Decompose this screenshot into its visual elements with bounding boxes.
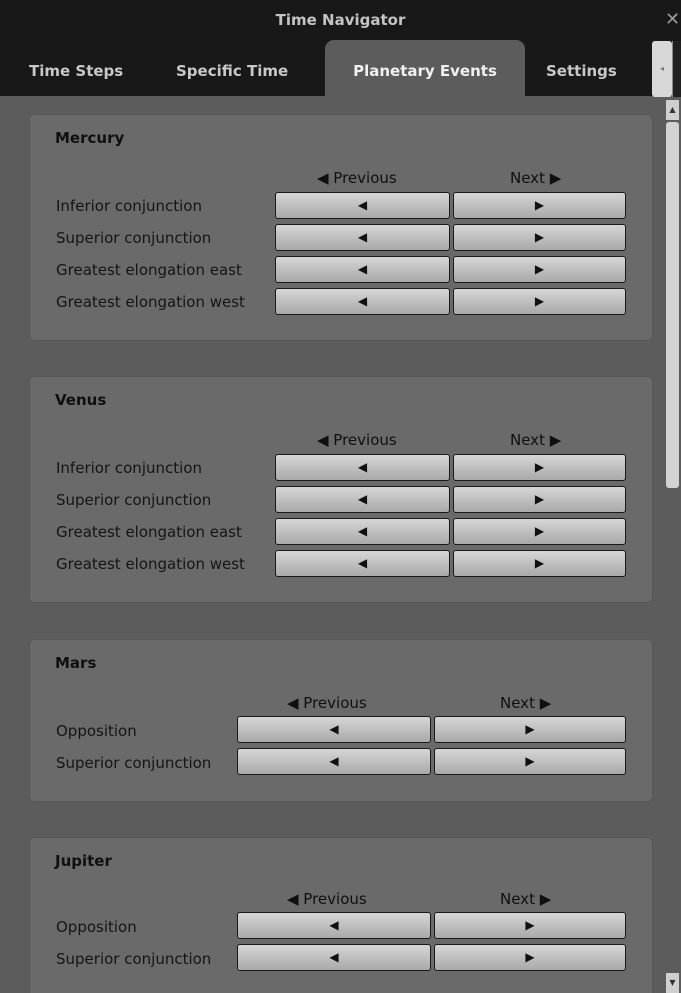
scroll-down-icon[interactable]: ▼ (666, 973, 679, 993)
row-label: Greatest elongation east (56, 261, 242, 279)
planetary-events-panel: Mercury ◀ Previous Next ▶ Inferior conju… (0, 96, 664, 993)
previous-superior-conjunction-button[interactable]: ◀ (237, 944, 431, 971)
next-superior-conjunction-button[interactable]: ▶ (434, 748, 626, 775)
next-header: Next ▶ (510, 169, 562, 187)
row-label: Opposition (56, 918, 137, 936)
tab-specific-time[interactable]: Specific Time (176, 40, 288, 96)
row-label: Superior conjunction (56, 229, 212, 247)
previous-inferior-conjunction-button[interactable]: ◀ (275, 192, 450, 219)
row-label: Inferior conjunction (56, 197, 202, 215)
scroll-up-icon[interactable]: ▲ (666, 100, 679, 120)
next-header: Next ▶ (500, 694, 552, 712)
row-label: Superior conjunction (56, 950, 212, 968)
tab-settings[interactable]: Settings (546, 40, 617, 96)
next-superior-conjunction-button[interactable]: ▶ (453, 486, 626, 513)
previous-header: ◀ Previous (287, 694, 367, 712)
next-greatest-elongation-west-button[interactable]: ▶ (453, 288, 626, 315)
next-superior-conjunction-button[interactable]: ▶ (453, 224, 626, 251)
previous-opposition-button[interactable]: ◀ (237, 716, 431, 743)
group-title: Jupiter (55, 852, 112, 870)
previous-greatest-elongation-west-button[interactable]: ◀ (275, 288, 450, 315)
group-jupiter: Jupiter ◀ Previous Next ▶ Opposition ◀ ▶… (30, 838, 652, 993)
previous-greatest-elongation-west-button[interactable]: ◀ (275, 550, 450, 577)
previous-superior-conjunction-button[interactable]: ◀ (275, 486, 450, 513)
close-icon[interactable]: ✕ (665, 0, 681, 40)
vertical-scrollbar[interactable]: ▲ ▼ (664, 100, 681, 993)
next-greatest-elongation-east-button[interactable]: ▶ (453, 518, 626, 545)
group-title: Mercury (55, 129, 125, 147)
next-header: Next ▶ (500, 890, 552, 908)
row-label: Greatest elongation west (56, 555, 245, 573)
time-navigator-window: Time Navigator ✕ Time Steps Specific Tim… (0, 0, 681, 993)
next-opposition-button[interactable]: ▶ (434, 716, 626, 743)
row-label: Inferior conjunction (56, 459, 202, 477)
next-greatest-elongation-west-button[interactable]: ▶ (453, 550, 626, 577)
row-label: Greatest elongation west (56, 293, 245, 311)
previous-header: ◀ Previous (287, 890, 367, 908)
tab-scroll-left-icon[interactable]: ◂ (652, 41, 672, 97)
previous-greatest-elongation-east-button[interactable]: ◀ (275, 256, 450, 283)
previous-superior-conjunction-button[interactable]: ◀ (237, 748, 431, 775)
row-label: Superior conjunction (56, 491, 212, 509)
window-title: Time Navigator (275, 11, 406, 29)
previous-inferior-conjunction-button[interactable]: ◀ (275, 454, 450, 481)
previous-greatest-elongation-east-button[interactable]: ◀ (275, 518, 450, 545)
next-opposition-button[interactable]: ▶ (434, 912, 626, 939)
previous-header: ◀ Previous (317, 169, 397, 187)
row-label: Superior conjunction (56, 754, 212, 772)
row-label: Greatest elongation east (56, 523, 242, 541)
previous-opposition-button[interactable]: ◀ (237, 912, 431, 939)
previous-superior-conjunction-button[interactable]: ◀ (275, 224, 450, 251)
tab-planetary-events[interactable]: Planetary Events (325, 40, 525, 96)
tab-scroll-right-button[interactable] (672, 41, 681, 97)
next-superior-conjunction-button[interactable]: ▶ (434, 944, 626, 971)
group-title: Mars (55, 654, 97, 672)
scrollbar-thumb[interactable] (666, 122, 679, 488)
tab-bar: Time Steps Specific Time Planetary Event… (0, 40, 681, 96)
group-venus: Venus ◀ Previous Next ▶ Inferior conjunc… (30, 377, 652, 602)
group-mercury: Mercury ◀ Previous Next ▶ Inferior conju… (30, 115, 652, 340)
next-inferior-conjunction-button[interactable]: ▶ (453, 192, 626, 219)
next-inferior-conjunction-button[interactable]: ▶ (453, 454, 626, 481)
next-greatest-elongation-east-button[interactable]: ▶ (453, 256, 626, 283)
title-bar: Time Navigator ✕ (0, 0, 681, 40)
row-label: Opposition (56, 722, 137, 740)
previous-header: ◀ Previous (317, 431, 397, 449)
tab-time-steps[interactable]: Time Steps (29, 40, 123, 96)
group-title: Venus (55, 391, 107, 409)
group-mars: Mars ◀ Previous Next ▶ Opposition ◀ ▶ Su… (30, 640, 652, 801)
next-header: Next ▶ (510, 431, 562, 449)
